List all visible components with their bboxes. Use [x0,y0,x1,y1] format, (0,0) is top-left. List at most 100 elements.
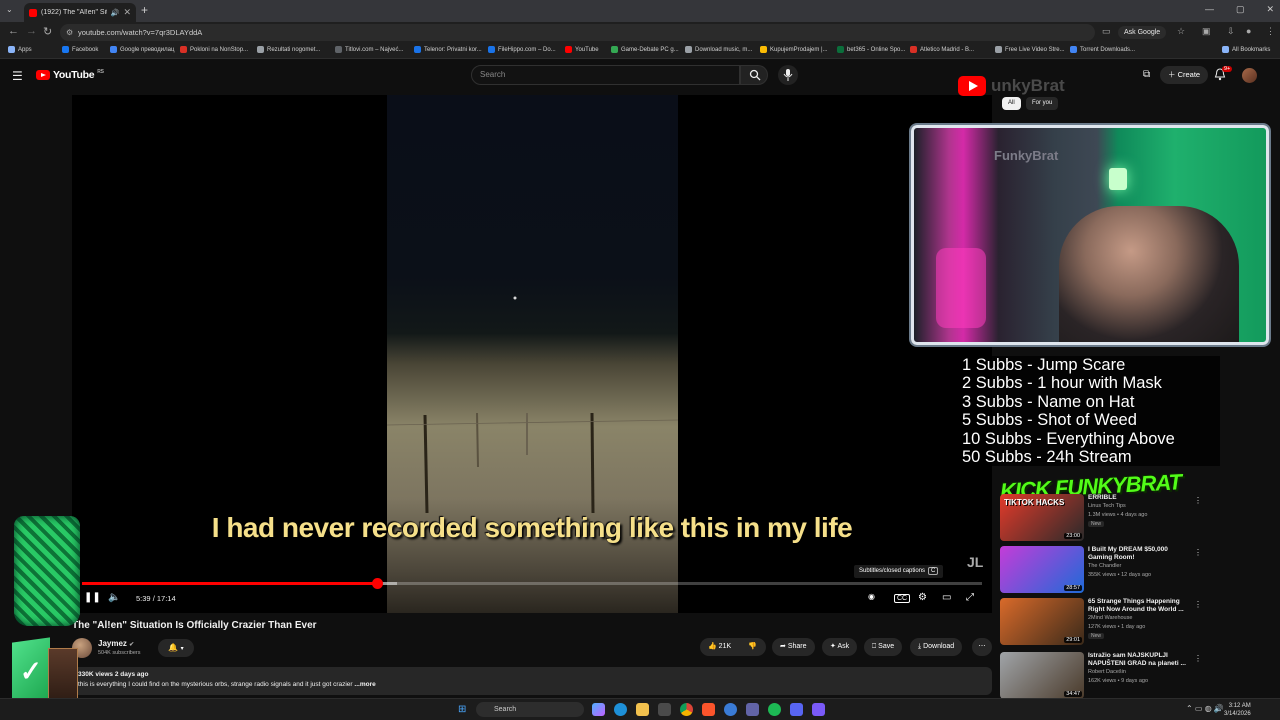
share-button[interactable]: ➦ Share [772,638,815,656]
creator-watermark[interactable]: JL [967,554,983,570]
chip-for-you[interactable]: For you [1026,97,1059,110]
volume-icon[interactable]: 🔈 [108,592,120,603]
more-options-icon[interactable]: ⋮ [1194,496,1202,505]
autoplay-toggle[interactable]: ◉ [868,592,875,601]
recommendation-thumbnail[interactable]: 34:47 [1000,652,1084,699]
recommendation-item[interactable]: TIKTOK HACKS 23:00 ERRIBLE Linus Tech Tips 1… [1000,494,1210,544]
close-window-icon[interactable]: ✕ [1266,4,1274,15]
copilot-icon[interactable] [592,703,605,716]
theater-mode-icon[interactable]: ▭ [942,592,951,603]
channel-name[interactable]: Jaymez ✔ [98,639,134,648]
browser-menu-icon[interactable]: ⋮ [1266,26,1275,37]
recommendation-item[interactable]: 29:01 65 Strange Things Happening Right N… [1000,598,1210,648]
bookmark-item[interactable]: KupujemProdajem |... [760,46,828,53]
install-app-icon[interactable]: ▭ [1102,26,1111,37]
discord-icon[interactable] [790,703,803,716]
bookmark-item[interactable]: Download music, m... [685,46,752,53]
more-options-icon[interactable]: ⋮ [1194,600,1202,609]
edge-icon[interactable] [614,703,627,716]
downloads-icon[interactable]: ⇩ [1227,26,1235,37]
video-player[interactable]: I had never recorded something like this… [72,95,992,613]
extensions-icon[interactable]: ▣ [1202,26,1211,37]
bookmark-item[interactable]: Telenor: Privatni kor... [414,46,482,53]
bookmark-star-icon[interactable]: ☆ [1177,26,1185,37]
pause-icon[interactable]: ❚❚ [84,592,101,603]
recommendation-channel[interactable]: Robert Dacešin [1088,669,1126,675]
youtube-logo[interactable]: YouTube RS [36,69,104,81]
ask-button[interactable]: ✦ Ask [822,638,858,656]
chip-all[interactable]: All [1002,97,1021,110]
browser-tab-active[interactable]: (1922) The "Al!en" Situatio 🔊 ✕ [24,3,136,22]
bookmark-item[interactable]: Free Live Video Stre... [995,46,1065,53]
bookmark-item[interactable]: Titlovi.com – Najveć... [335,46,403,53]
teams-icon[interactable] [746,703,759,716]
cast-icon[interactable]: ⧉ [1143,69,1150,80]
tab-list-icon[interactable]: ⌄ [6,5,13,14]
more-options-icon[interactable]: ⋮ [1194,548,1202,557]
save-button[interactable]: ⎕ Save [864,638,903,656]
recommendation-title[interactable]: ERRIBLE [1088,494,1188,502]
scrubber-handle[interactable] [371,578,383,589]
bookmark-item[interactable]: Pokloni na NonStop... [180,46,248,53]
more-options-icon[interactable]: ⋮ [1194,654,1202,663]
store-icon[interactable] [658,703,671,716]
minimize-icon[interactable]: — [1205,4,1214,15]
subtitles-button[interactable]: CC [894,594,911,603]
taskbar-clock[interactable]: 3:12 AM 3/14/2026 [1224,702,1251,718]
recommendation-thumbnail[interactable]: 28:57 [1000,546,1084,593]
recommendation-title[interactable]: 65 Strange Things Happening Right Now Ar… [1088,598,1188,614]
recommendation-channel[interactable]: 2Mind Warehouse [1088,615,1132,621]
bookmark-item[interactable]: FileHippo.com – Do... [488,46,556,53]
bookmark-item[interactable]: Atletico Madrid - B... [910,46,974,53]
taskbar-search[interactable]: Search [476,702,584,717]
vpn-icon[interactable] [724,703,737,716]
search-button[interactable] [740,65,768,85]
settings-gear-icon[interactable]: ⚙ [918,592,927,603]
all-bookmarks-link[interactable]: All Bookmarks [1222,46,1270,53]
profile-icon[interactable]: ● [1246,26,1251,36]
bookmark-item[interactable]: Google преводилац [110,46,174,53]
bookmark-item[interactable]: Apps [8,46,32,53]
forward-icon[interactable]: → [26,25,37,37]
spotify-icon[interactable] [768,703,781,716]
bookmark-item[interactable]: YouTube [565,46,599,53]
close-tab-icon[interactable]: ✕ [123,7,131,18]
app-icon[interactable] [812,703,825,716]
more-actions-button[interactable]: ⋯ [972,638,992,656]
file-explorer-icon[interactable] [636,703,649,716]
description-box[interactable]: 330K views 2 days ago this is everything… [72,667,992,695]
bookmark-item[interactable]: Facebook [62,46,98,53]
create-button[interactable]: ＋ Create [1160,66,1209,84]
progress-bar[interactable] [82,578,982,589]
dislike-button[interactable]: 👎 [740,638,766,656]
download-button[interactable]: ⤓ Download [910,638,963,656]
maximize-icon[interactable]: ▢ [1236,4,1245,15]
tab-audio-icon[interactable]: 🔊 [111,9,120,17]
recommendation-title[interactable]: I Built My DREAM $50,000 Gaming Room! [1088,546,1188,562]
voice-search-button[interactable] [778,65,798,85]
recommendation-item[interactable]: 34:47 Istražio sam NAJSKUPLJI NAPUŠTENI G… [1000,652,1210,702]
more-link[interactable]: ...more [354,681,375,688]
windows-start-icon[interactable]: ⊞ [458,704,466,715]
account-avatar[interactable] [1242,68,1257,83]
recommendation-thumbnail[interactable]: TIKTOK HACKS 23:00 [1000,494,1084,541]
fullscreen-icon[interactable]: ⤢ [966,592,974,603]
recommendation-title[interactable]: Istražio sam NAJSKUPLJI NAPUŠTENI GRAD n… [1088,652,1188,668]
recommendation-thumbnail[interactable]: 29:01 [1000,598,1084,645]
subscription-bell-button[interactable]: 🔔 ▾ [158,639,194,657]
site-info-icon[interactable]: ⚙ [66,24,73,41]
reload-icon[interactable]: ↻ [43,25,52,38]
new-tab-button[interactable]: + [141,3,148,17]
brave-icon[interactable] [702,703,715,716]
address-bar[interactable]: ⚙ youtube.com/watch?v=7qr3DLAYddA [60,24,1095,41]
ask-google-button[interactable]: Ask Google [1118,26,1167,39]
recommendation-item[interactable]: 28:57 I Built My DREAM $50,000 Gaming Roo… [1000,546,1210,596]
chrome-icon[interactable] [680,703,693,716]
bookmark-item[interactable]: bet365 - Online Spo... [837,46,905,53]
bookmark-item[interactable]: Rezultati nogomet... [257,46,320,53]
system-tray-icons[interactable]: ⌃ ▭ ◍ 🔊 [1186,704,1224,713]
back-icon[interactable]: ← [8,25,19,37]
guide-menu-icon[interactable]: ☰ [12,69,23,83]
bookmark-item[interactable]: Torrent Downloads... [1070,46,1135,53]
recommendation-channel[interactable]: Linus Tech Tips [1088,503,1126,509]
